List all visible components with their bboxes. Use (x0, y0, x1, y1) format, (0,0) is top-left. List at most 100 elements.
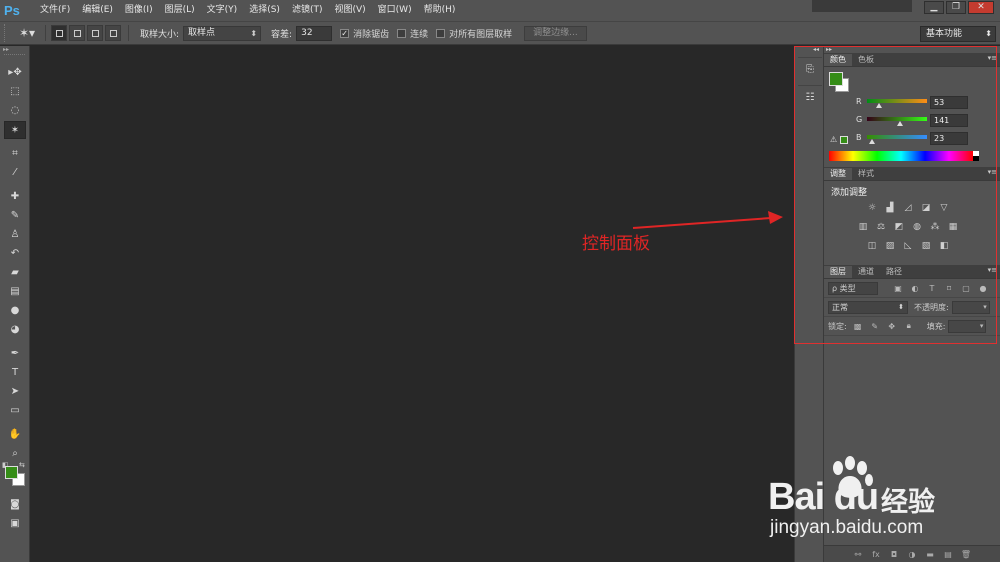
menu-file[interactable]: 文件(F) (34, 0, 76, 21)
intersect-selection-icon[interactable] (105, 25, 121, 41)
healing-brush-tool-icon[interactable]: ✚ (4, 188, 26, 206)
panel-menu-icon[interactable]: ▾≡ (988, 54, 997, 62)
brush-tool-icon[interactable]: ✎ (4, 207, 26, 225)
menu-image[interactable]: 图像(I) (119, 0, 159, 21)
color-panel-foreground-swatch[interactable] (829, 72, 843, 86)
adjustment-filter-icon[interactable]: ◐ (909, 284, 921, 293)
restore-button[interactable]: ❐ (946, 1, 966, 14)
menu-type[interactable]: 文字(Y) (201, 0, 244, 21)
magic-wand-preset-icon[interactable]: ✶▾ (14, 24, 40, 42)
layer-style-icon[interactable]: fx (869, 550, 883, 559)
lasso-tool-icon[interactable]: ◌ (4, 102, 26, 120)
curves-icon[interactable]: ◿ (901, 201, 915, 215)
red-slider-thumb[interactable] (876, 103, 883, 108)
workspace-select[interactable]: 基本功能 (920, 26, 996, 42)
sample-all-layers-option[interactable]: 对所有图层取样 (436, 27, 512, 40)
blur-tool-icon[interactable]: ● (4, 302, 26, 320)
menu-help[interactable]: 帮助(H) (418, 0, 462, 21)
blend-mode-select[interactable]: 正常 (828, 300, 908, 314)
refine-edge-button[interactable]: 调整边缘... (524, 25, 587, 41)
menu-layer[interactable]: 图层(L) (159, 0, 201, 21)
new-group-icon[interactable]: ▬ (923, 550, 937, 559)
panels-dock-collapse-icon[interactable]: ▸▸ (824, 46, 1000, 53)
opacity-input[interactable] (951, 300, 990, 314)
panel-menu-icon[interactable]: ▾≡ (988, 266, 997, 274)
lock-transparent-icon[interactable]: ▩ (852, 322, 864, 331)
sample-all-layers-checkbox[interactable] (436, 28, 446, 38)
blue-slider[interactable] (867, 135, 927, 139)
tab-paths[interactable]: 路径 (880, 266, 908, 278)
invert-icon[interactable]: ◫ (865, 239, 879, 253)
exposure-icon[interactable]: ◪ (919, 201, 933, 215)
lock-image-icon[interactable]: ✎ (869, 322, 881, 331)
menu-view[interactable]: 视图(V) (328, 0, 371, 21)
type-tool-icon[interactable]: T (4, 364, 26, 382)
pixel-filter-icon[interactable]: ▣ (892, 284, 904, 293)
new-adjustment-layer-icon[interactable]: ◑ (905, 550, 919, 559)
pen-tool-icon[interactable]: ✒ (4, 345, 26, 363)
red-value-input[interactable]: 53 (930, 96, 968, 109)
menu-filter[interactable]: 滤镜(T) (286, 0, 329, 21)
web-safe-swatch[interactable] (840, 136, 848, 144)
gradient-map-icon[interactable]: ▧ (919, 239, 933, 253)
sample-size-select[interactable]: 取样点 (183, 25, 262, 41)
lock-position-icon[interactable]: ✥ (886, 322, 898, 331)
shape-tool-icon[interactable]: ▭ (4, 402, 26, 420)
antialias-checkbox[interactable]: ✓ (340, 28, 350, 38)
expand-tools-icon[interactable]: ▸▸ (0, 46, 29, 54)
dodge-tool-icon[interactable]: ◕ (4, 321, 26, 339)
gradient-tool-icon[interactable]: ▤ (4, 283, 26, 301)
panel-menu-icon[interactable]: ▾≡ (988, 168, 997, 176)
tab-channels[interactable]: 通道 (852, 266, 880, 278)
type-filter-icon[interactable]: T (926, 284, 938, 293)
tab-adjustments[interactable]: 调整 (824, 168, 852, 180)
document-canvas-area[interactable]: 控制面板 (31, 46, 794, 562)
history-panel-icon[interactable]: ⎘ (798, 57, 822, 81)
hue-saturation-icon[interactable]: ▥ (856, 220, 870, 234)
hand-tool-icon[interactable]: ✋ (4, 426, 26, 444)
swap-colors-icon[interactable]: ⇆ (19, 461, 25, 469)
delete-layer-icon[interactable]: 🗑︎ (959, 550, 973, 559)
fill-input[interactable] (948, 319, 987, 333)
blue-slider-thumb[interactable] (869, 139, 876, 144)
photo-filter-icon[interactable]: ◍ (910, 220, 924, 234)
green-slider-thumb[interactable] (897, 121, 904, 126)
contiguous-option[interactable]: 连续 (397, 27, 428, 40)
black-white-icon[interactable]: ◩ (892, 220, 906, 234)
eraser-tool-icon[interactable]: ▰ (4, 264, 26, 282)
channel-mixer-icon[interactable]: ⁂ (928, 220, 942, 234)
color-lookup-icon[interactable]: ▦ (946, 220, 960, 234)
contiguous-checkbox[interactable] (397, 28, 407, 38)
tab-swatches[interactable]: 色板 (852, 54, 880, 66)
move-tool-icon[interactable]: ▸✥ (4, 64, 26, 82)
shape-filter-icon[interactable]: ⌑ (943, 284, 955, 293)
threshold-icon[interactable]: ◺ (901, 239, 915, 253)
lock-all-icon[interactable]: 🔒︎ (903, 321, 915, 331)
path-selection-tool-icon[interactable]: ➤ (4, 383, 26, 401)
color-balance-icon[interactable]: ⚖ (874, 220, 888, 234)
close-button[interactable]: ✕ (968, 1, 994, 14)
add-mask-icon[interactable]: ◘ (887, 550, 901, 559)
levels-icon[interactable]: ▟ (883, 201, 897, 215)
menu-edit[interactable]: 编辑(E) (76, 0, 119, 21)
new-selection-icon[interactable] (51, 25, 67, 41)
menu-select[interactable]: 选择(S) (243, 0, 286, 21)
vibrance-icon[interactable]: ▽ (937, 201, 951, 215)
tab-layers[interactable]: 图层 (824, 266, 852, 278)
clone-stamp-tool-icon[interactable]: ♙ (4, 226, 26, 244)
quick-mask-icon[interactable]: ◙ (4, 496, 26, 514)
magic-wand-tool-icon[interactable]: ✶ (4, 121, 26, 139)
blue-value-input[interactable]: 23 (930, 132, 968, 145)
properties-panel-icon[interactable]: ☷ (798, 85, 822, 109)
tab-styles[interactable]: 样式 (852, 168, 880, 180)
history-brush-tool-icon[interactable]: ↶ (4, 245, 26, 263)
smart-object-filter-icon[interactable]: ▢ (960, 284, 972, 293)
posterize-icon[interactable]: ▨ (883, 239, 897, 253)
black-ramp-swatch[interactable] (973, 156, 979, 161)
color-spectrum-ramp[interactable] (829, 151, 973, 161)
foreground-color-swatch[interactable] (5, 466, 18, 479)
eyedropper-tool-icon[interactable]: ⁄ (4, 164, 26, 182)
minimize-button[interactable]: ▁ (924, 1, 944, 14)
tools-panel-grip[interactable] (4, 54, 25, 60)
gamut-warning-icon[interactable]: ⚠ (830, 135, 837, 144)
